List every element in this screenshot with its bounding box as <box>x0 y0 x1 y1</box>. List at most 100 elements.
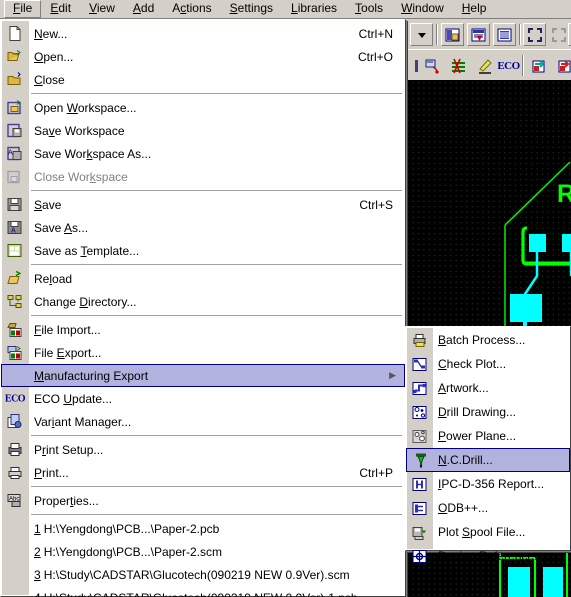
recent-file-item[interactable]: 4H:\Study\CADSTAR\Glucotech(090219 NEW 0… <box>1 586 405 597</box>
menu-separator <box>31 264 402 265</box>
menu-item-save-as-template[interactable]: Save as Template... <box>1 239 405 262</box>
menu-separator <box>31 486 402 487</box>
net-callout-icon[interactable] <box>421 54 444 77</box>
submenu-item-artwork[interactable]: Artwork... <box>406 376 570 400</box>
highlight-pen-icon[interactable] <box>473 54 496 77</box>
menu-item-variant-manager[interactable]: Variant Manager... <box>1 410 405 433</box>
menu-item-file-export[interactable]: File Export... <box>1 341 405 364</box>
svg-text:A: A <box>11 228 16 235</box>
submenu-item-check-plot[interactable]: Check Plot... <box>406 352 570 376</box>
menu-bar: File Edit View Add Actions Settings Libr… <box>0 0 571 19</box>
import-arrow-icon[interactable] <box>527 54 550 77</box>
recent-file-item[interactable]: 2 H:\Yengdong\PCB...\Paper-2.scm <box>1 540 405 563</box>
open-workspace-icon <box>4 97 26 118</box>
menu-item-label: File Export... <box>34 345 102 360</box>
menubar-item-libraries[interactable]: Libraries <box>282 0 346 18</box>
ipc-report-icon <box>409 474 431 495</box>
menu-item-label: Print... <box>34 465 69 480</box>
submenu-item-ipc-d-356-report[interactable]: IPC-D-356 Report... <box>406 472 570 496</box>
artwork-icon <box>409 378 431 399</box>
menubar-item-settings[interactable]: Settings <box>221 0 282 18</box>
nc-drill-icon <box>410 450 432 471</box>
menu-separator <box>31 190 402 191</box>
menu-item-file-import[interactable]: File Import... <box>1 318 405 341</box>
submenu-item-power-plane[interactable]: Power Plane... <box>406 424 570 448</box>
menu-item-open[interactable]: Open... Ctrl+O <box>1 45 405 68</box>
submenu-item-label: IPC-D-356 Report... <box>438 477 545 491</box>
menu-separator <box>31 514 402 515</box>
menu-item-close[interactable]: Close <box>1 68 405 91</box>
dropdown-arrow-icon[interactable] <box>410 23 433 46</box>
submenu-item-label: N.C.Drill... <box>438 453 493 467</box>
menubar-item-edit[interactable]: Edit <box>41 0 80 18</box>
eco-toolbar-label[interactable]: ECO <box>497 54 520 77</box>
report-icon[interactable] <box>467 23 490 46</box>
menu-item-manufacturing-export[interactable]: Manufacturing Export ▶ <box>1 364 405 387</box>
print-setup-icon <box>4 439 26 460</box>
submenu-item-label: Drill Drawing... <box>438 405 517 419</box>
power-plane-icon <box>409 426 431 447</box>
menubar-item-view[interactable]: View <box>80 0 124 18</box>
menubar-item-file[interactable]: File <box>4 0 42 18</box>
submenu-item-nc-drill[interactable]: N.C.Drill... <box>406 448 570 472</box>
menu-item-label: Close Workspace <box>34 169 128 184</box>
open-design-icon[interactable] <box>441 23 464 46</box>
menu-item-save[interactable]: Save Ctrl+S <box>1 193 405 216</box>
submenu-item-label: Power Plane... <box>438 429 517 443</box>
menu-item-eco-update[interactable]: ECO ECO Update... <box>1 387 405 410</box>
submenu-item-plot-spool-file[interactable]: Plot Spool File... <box>406 520 570 544</box>
check-plot-icon <box>409 354 431 375</box>
grid-view-icon[interactable] <box>493 23 516 46</box>
export-arrow-icon[interactable] <box>553 54 571 77</box>
menu-item-label: Manufacturing Export <box>34 368 149 383</box>
recent-file-label: 2 H:\Yengdong\PCB...\Paper-2.scm <box>34 545 222 559</box>
design-ref-icon <box>409 546 431 567</box>
recent-file-number: 3 <box>34 567 41 582</box>
menu-item-properties[interactable]: Abc Properties... <box>1 489 405 512</box>
menu-item-label: Properties... <box>34 493 99 508</box>
file-export-icon <box>4 342 26 363</box>
batch-process-icon <box>409 330 431 351</box>
menu-item-print[interactable]: Print... Ctrl+P <box>1 461 405 484</box>
route-editor-icon[interactable] <box>447 54 470 77</box>
menu-item-open-workspace[interactable]: Open Workspace... <box>1 96 405 119</box>
save-disk-icon <box>4 194 26 215</box>
menu-separator <box>31 435 402 436</box>
application-window: R ECO File Edit View Add Actions Setting… <box>0 0 571 597</box>
new-document-icon <box>4 23 26 44</box>
menu-item-new[interactable]: New... Ctrl+N <box>1 22 405 45</box>
svg-text:R: R <box>557 180 571 208</box>
chevron-right-icon: ▶ <box>389 370 396 380</box>
submenu-item-drill-drawing[interactable]: Drill Drawing... <box>406 400 570 424</box>
recent-file-number: 2 <box>34 544 41 559</box>
menu-item-save-workspace[interactable]: Save Workspace <box>1 119 405 142</box>
recent-file-number: 4 <box>34 591 41 597</box>
manufacturing-export-submenu: Batch Process... Check Plot... Artwork..… <box>405 326 571 563</box>
menubar-item-tools[interactable]: Tools <box>346 0 392 18</box>
submenu-item-design-reference[interactable]: Design Reference... <box>406 544 570 568</box>
menubar-item-actions[interactable]: Actions <box>163 0 220 18</box>
menu-item-save-workspace-as[interactable]: A Save Workspace As... <box>1 142 405 165</box>
submenu-item-odb[interactable]: ODB++... <box>406 496 570 520</box>
menu-accel: Ctrl+N <box>358 26 393 41</box>
recent-file-label: 4H:\Study\CADSTAR\Glucotech(090219 NEW 0… <box>34 591 358 597</box>
menu-item-change-directory[interactable]: Change Directory... <box>1 290 405 313</box>
fit-design-icon[interactable] <box>523 23 546 46</box>
menubar-item-add[interactable]: Add <box>124 0 163 18</box>
odb-icon <box>409 498 431 519</box>
zoom-window-icon[interactable] <box>547 23 570 46</box>
submenu-item-label: Design Reference... <box>438 549 545 563</box>
menu-item-label: Open Workspace... <box>34 100 137 115</box>
change-dir-icon <box>4 291 26 312</box>
menu-item-print-setup[interactable]: Print Setup... <box>1 438 405 461</box>
menu-item-save-as[interactable]: A Save As... <box>1 216 405 239</box>
menubar-item-help[interactable]: Help <box>453 0 496 18</box>
eco-icon: ECO <box>4 393 26 404</box>
menu-item-label: Save as Template... <box>34 243 140 258</box>
drill-drawing-icon <box>409 402 431 423</box>
menubar-item-window[interactable]: Window <box>392 0 453 18</box>
submenu-item-batch-process[interactable]: Batch Process... <box>406 328 570 352</box>
menu-item-reload[interactable]: Reload <box>1 267 405 290</box>
recent-file-item[interactable]: 1 H:\Yengdong\PCB...\Paper-2.pcb <box>1 517 405 540</box>
recent-file-item[interactable]: 3 H:\Study\CADSTAR\Glucotech(090219 NEW 0… <box>1 563 405 586</box>
